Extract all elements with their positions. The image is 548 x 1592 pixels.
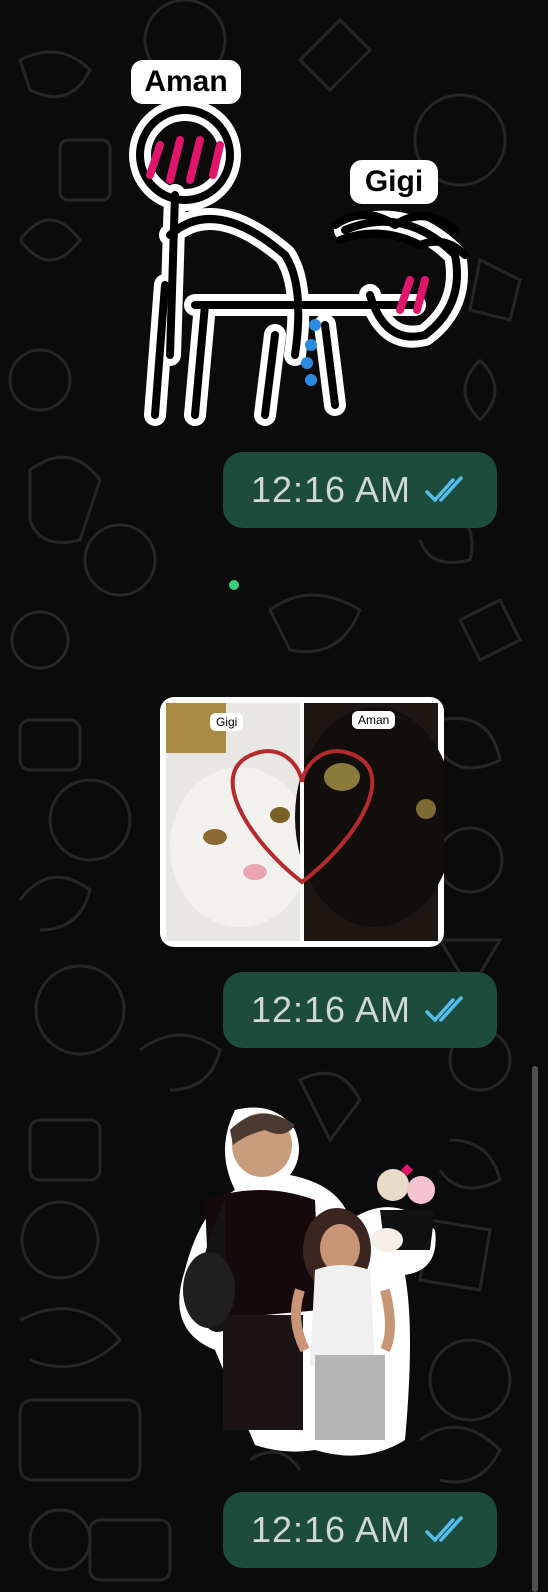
couple-sticker[interactable] (165, 1100, 445, 1465)
timestamp-text: 12:16 AM (250, 469, 412, 510)
sticker-label-gigi: Gigi (350, 160, 438, 204)
cat-label-gigi: Gigi (210, 713, 244, 731)
double-check-icon (425, 996, 469, 1024)
message-timestamp: 12:16 AM (223, 972, 497, 1048)
double-check-icon (425, 1516, 469, 1544)
online-indicator (229, 580, 239, 590)
message-timestamp: 12:16 AM (223, 1492, 497, 1568)
timestamp-text: 12:16 AM (250, 1509, 412, 1550)
message-timestamp: 12:16 AM (223, 452, 497, 528)
scrollbar[interactable] (532, 1066, 538, 1592)
timestamp-text: 12:16 AM (250, 989, 412, 1030)
cats-sticker[interactable] (160, 697, 444, 947)
double-check-icon (425, 476, 469, 504)
cat-label-aman: Aman (352, 711, 396, 729)
doodle-sticker[interactable] (125, 55, 485, 435)
sticker-label-aman: Aman (131, 60, 241, 104)
